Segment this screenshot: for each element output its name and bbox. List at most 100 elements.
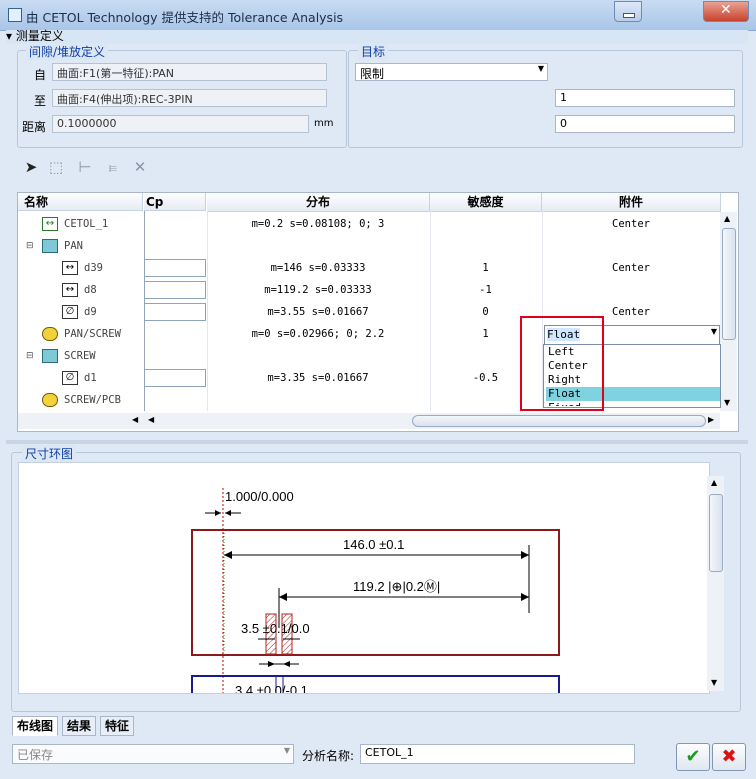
row-name: d39: [84, 262, 103, 274]
delete-icon[interactable]: ✕: [131, 158, 149, 176]
row-name: d9: [84, 306, 97, 318]
part-icon: [42, 349, 58, 363]
to-field: 曲面:F4(伸出项):REC-3PIN: [52, 89, 327, 107]
highlight-box: [520, 316, 604, 411]
row-distribution: m=3.55 s=0.01667: [267, 306, 369, 318]
col-header-distribution[interactable]: 分布: [207, 193, 430, 212]
target-type-value: 限制: [360, 67, 385, 81]
horizontal-scrollbar[interactable]: ◀ ◀ ▶: [18, 413, 720, 429]
app-icon: [8, 8, 22, 22]
scroll-right-icon[interactable]: ▶: [708, 415, 714, 424]
diagram-canvas[interactable]: 1.000/0.000 146.0 ±0.1 119.2 |⊕|0.2Ⓜ| 3.…: [18, 462, 710, 694]
cp-input[interactable]: [144, 281, 206, 299]
row-name: d8: [84, 284, 97, 296]
diagram-scrollbar[interactable]: ▲ ▼: [707, 476, 724, 691]
scroll-thumb[interactable]: [709, 494, 723, 572]
col-header-attachment[interactable]: 附件: [542, 193, 721, 212]
scroll-left-icon[interactable]: ◀: [132, 415, 138, 424]
cancel-button[interactable]: ✖: [712, 743, 746, 771]
add-node-icon[interactable]: ⬚: [47, 158, 65, 176]
gap-measure-icon: ↔: [42, 217, 58, 231]
close-icon: ✖: [721, 746, 737, 767]
collapse-icon[interactable]: ⊟: [26, 241, 34, 251]
table-row[interactable]: ↔ d8 m=119.2 s=0.03333 -1: [18, 279, 718, 301]
d8-label: 119.2 |⊕|0.2Ⓜ|: [353, 579, 440, 594]
analysis-name-label: 分析名称:: [302, 749, 355, 763]
window-title: 由 CETOL Technology 提供支持的 Tolerance Analy…: [26, 10, 344, 25]
scroll-up-icon[interactable]: ▲: [724, 214, 730, 223]
row-name: SCREW/PCB: [64, 394, 121, 406]
from-field: 曲面:F1(第一特征):PAN: [52, 63, 327, 81]
diameter-icon: ∅: [62, 371, 78, 385]
scroll-down-icon[interactable]: ▼: [724, 398, 730, 407]
tab-layout[interactable]: 布线图: [12, 716, 59, 736]
col-header-name[interactable]: 名称: [18, 193, 143, 211]
close-window-button[interactable]: ✕: [703, 1, 749, 22]
col-header-sensitivity[interactable]: 敏感度: [430, 193, 542, 212]
scroll-down-icon[interactable]: ▼: [711, 678, 717, 687]
table-row[interactable]: ↔ d39 m=146 s=0.03333 1 Center: [18, 257, 718, 279]
status-value: 已保存: [17, 748, 54, 762]
analysis-name-input[interactable]: CETOL_1: [360, 744, 635, 764]
row-name: CETOL_1: [64, 218, 109, 230]
tab-results[interactable]: 结果: [62, 716, 97, 736]
col-header-cp[interactable]: Cp: [144, 193, 206, 211]
diameter-icon: ∅: [62, 305, 78, 319]
d9-label: 3.5 ±0.1/0.0: [241, 621, 310, 636]
upper-limit-input[interactable]: 1: [555, 89, 735, 107]
chevron-down-icon: ▼: [537, 64, 544, 73]
scroll-left-icon-2[interactable]: ◀: [148, 415, 154, 424]
table-row[interactable]: ∅ d9 m=3.55 s=0.01667 0 Center: [18, 301, 718, 323]
cp-input[interactable]: [144, 303, 206, 321]
select-arrow-icon[interactable]: ➤: [22, 158, 40, 176]
row-distribution: m=119.2 s=0.03333: [264, 284, 372, 296]
row-name: d1: [84, 372, 97, 384]
row-attachment: Center: [612, 218, 650, 230]
row-distribution: m=3.35 s=0.01667: [267, 372, 369, 384]
section-header[interactable]: ▾ 测量定义: [6, 30, 748, 44]
vertical-scrollbar[interactable]: ▲ ▼: [720, 212, 737, 411]
add-dimension-icon[interactable]: ⊢: [76, 158, 94, 176]
d1-label: 3.4 ±0.0/-0.1: [235, 683, 308, 693]
part-icon: [42, 239, 58, 253]
chevron-down-icon: ▼: [283, 746, 290, 755]
row-distribution: m=0 s=0.02966; 0; 2.2: [251, 328, 385, 340]
target-type-select[interactable]: 限制 ▼: [355, 63, 548, 81]
minimize-button[interactable]: [614, 1, 642, 22]
collapse-icon[interactable]: ⊟: [26, 351, 34, 361]
d39-label: 146.0 ±0.1: [343, 537, 404, 552]
row-distribution: m=0.2 s=0.08108; 0; 3: [251, 218, 385, 230]
dimension-loop-svg: 1.000/0.000 146.0 ±0.1 119.2 |⊕|0.2Ⓜ| 3.…: [191, 488, 560, 693]
to-label: 至: [34, 94, 47, 108]
table-row[interactable]: PAN/SCREW m=0 s=0.02966; 0; 2.2 1 Float …: [18, 323, 720, 345]
table-row[interactable]: ⊟ PAN: [18, 235, 718, 257]
status-select[interactable]: 已保存 ▼: [12, 744, 294, 764]
dimension-loop-legend: 尺寸环图: [22, 445, 77, 462]
cp-input[interactable]: [144, 369, 206, 387]
lower-limit-input[interactable]: 0: [555, 115, 735, 133]
h-scroll-thumb[interactable]: [412, 415, 706, 427]
row-attachment: Center: [612, 262, 650, 274]
chevron-down-icon: ▼: [710, 327, 717, 336]
add-chain-icon[interactable]: ⫢: [104, 158, 122, 176]
row-name: SCREW: [64, 350, 96, 362]
cp-input[interactable]: [144, 259, 206, 277]
scroll-thumb[interactable]: [722, 228, 736, 340]
table-row[interactable]: ↔ CETOL_1 m=0.2 s=0.08108; 0; 3 Center: [18, 213, 718, 235]
assembly-joint-icon: [42, 393, 58, 407]
linear-dimension-icon: ↔: [62, 283, 78, 297]
splitter[interactable]: [6, 440, 748, 444]
minimize-icon: [623, 13, 635, 18]
tab-features[interactable]: 特征: [100, 716, 135, 736]
ok-button[interactable]: ✔: [676, 743, 710, 771]
assembly-joint-icon: [42, 327, 58, 341]
distance-unit: mm: [314, 118, 334, 129]
row-sensitivity: -1: [479, 284, 492, 296]
scroll-up-icon[interactable]: ▲: [711, 478, 717, 487]
gap-definition-legend: 间隙/堆放定义: [26, 43, 109, 60]
distance-label: 距离: [22, 120, 47, 134]
check-icon: ✔: [685, 746, 701, 767]
row-distribution: m=146 s=0.03333: [270, 262, 366, 274]
row-name: PAN: [64, 240, 83, 252]
target-legend: 目标: [358, 43, 389, 60]
